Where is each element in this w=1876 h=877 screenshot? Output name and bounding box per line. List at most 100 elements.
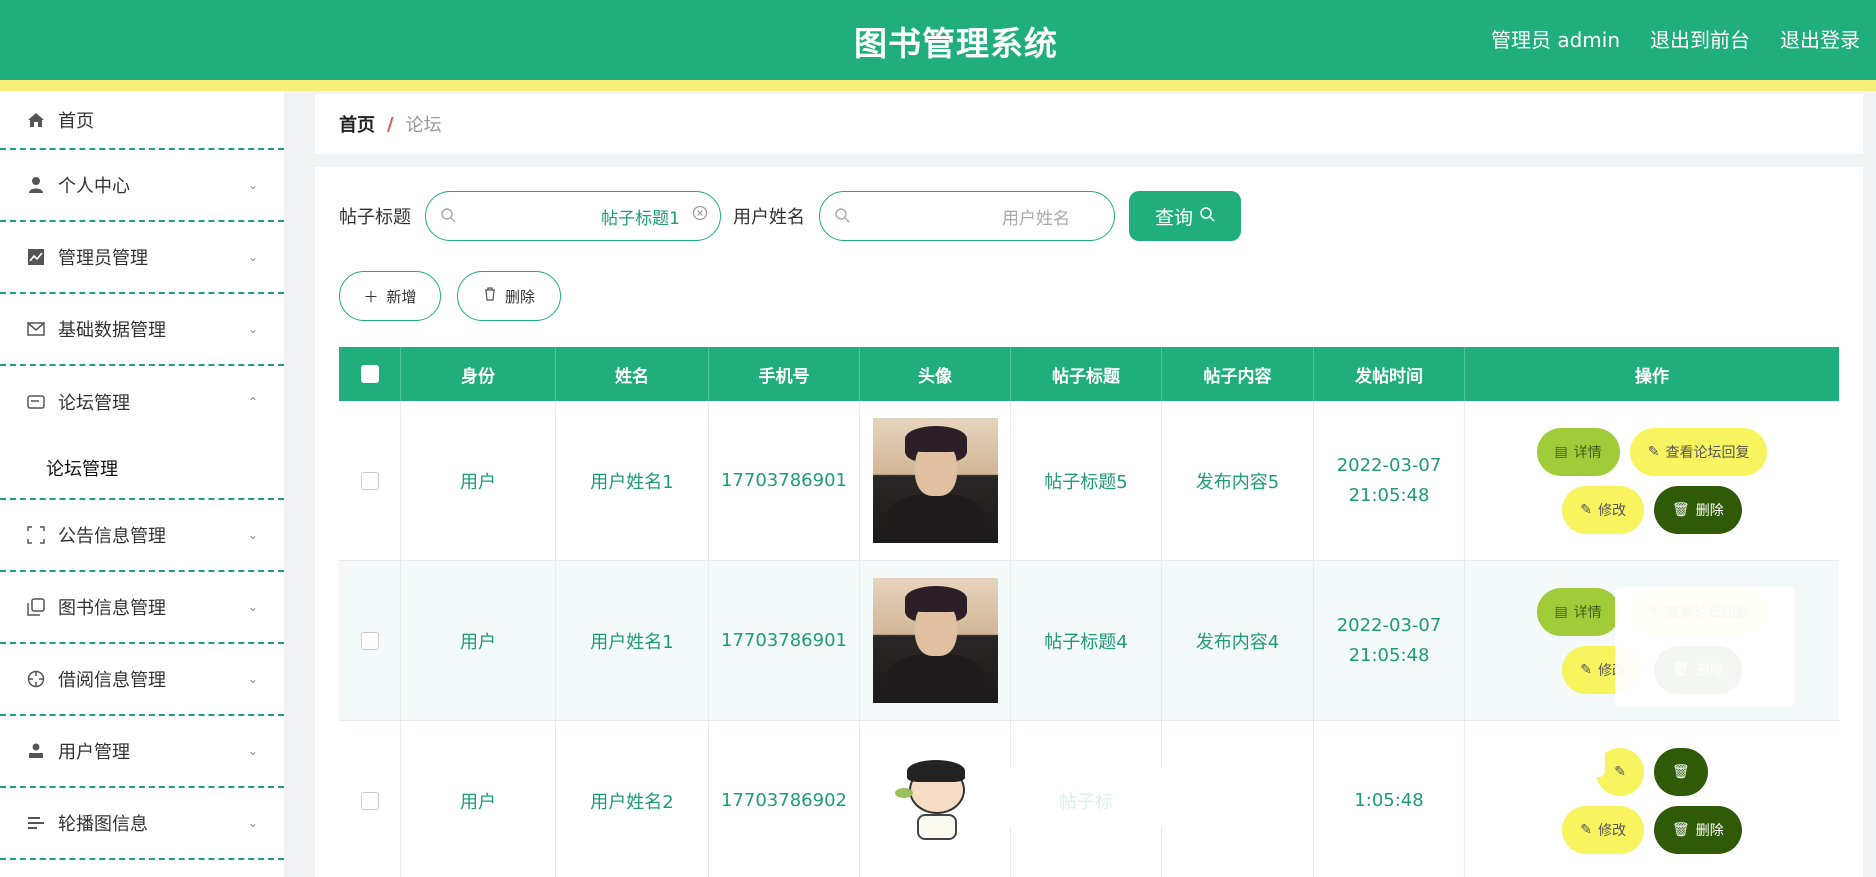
row-checkbox[interactable]	[339, 561, 401, 720]
edit-icon: ✎	[1580, 661, 1592, 678]
sidebar-item-carousel[interactable]: 轮播图信息 ⌄	[0, 788, 284, 860]
sidebar-item-label: 轮播图信息	[58, 814, 148, 835]
document-icon: ▤	[1554, 443, 1568, 460]
view-replies-label: 查看论坛回复	[1665, 444, 1750, 461]
delete-label: 删除	[1695, 822, 1724, 839]
logout-link[interactable]: 退出登录	[1780, 24, 1860, 53]
sidebar-item-label: 管理员管理	[58, 248, 148, 269]
sidebar-item-label: 基础数据管理	[58, 320, 166, 341]
column-header: 操作	[1635, 366, 1669, 387]
title-search-label: 帖子标题	[339, 207, 411, 228]
content-card: 帖子标题 帖子标题1 用户姓名 用户姓名 查询 ＋ 新增 删除 身份 姓名 手机…	[315, 167, 1863, 877]
column-header: 帖子标题	[1011, 347, 1162, 401]
trash-icon: 🗑	[1671, 821, 1690, 838]
admin-label: 管理员 admin	[1490, 28, 1620, 52]
time-text: 1:05:48	[1354, 789, 1424, 811]
sidebar-item-admins[interactable]: 管理员管理 ⌄	[0, 222, 284, 294]
sidebar-item-label: 论坛管理	[58, 393, 130, 414]
sidebar-item-borrow[interactable]: 借阅信息管理 ⌄	[0, 644, 284, 716]
sidebar-item-label: 首页	[58, 110, 94, 132]
sidebar-subitem-forum[interactable]: 论坛管理	[0, 438, 284, 500]
list-icon	[26, 813, 46, 833]
column-header: 头像	[860, 347, 1011, 401]
chevron-down-icon: ⌄	[247, 672, 258, 686]
sidebar-item-label: 公告信息管理	[58, 526, 166, 547]
sidebar-item-home[interactable]: 首页	[0, 91, 284, 150]
delete-button[interactable]: 🗑 删除	[1653, 805, 1742, 854]
table-header: 身份 姓名 手机号 头像 帖子标题 帖子内容 发帖时间 操作	[339, 347, 1839, 401]
sidebar-item-users[interactable]: 用户管理 ⌄	[0, 716, 284, 788]
search-icon	[834, 207, 850, 228]
batch-delete-button[interactable]: 删除	[457, 271, 561, 321]
chart-icon	[26, 247, 46, 267]
detail-button[interactable]: ▤ 详情	[1536, 587, 1620, 636]
avatar	[872, 578, 998, 703]
detail-button[interactable]: ▤ 详情	[1536, 427, 1620, 476]
chevron-down-icon: ⌄	[247, 744, 258, 758]
add-button[interactable]: ＋ 新增	[339, 271, 441, 321]
title-search-input[interactable]: 帖子标题1	[425, 191, 721, 241]
cell-phone: 17703786901	[709, 561, 860, 720]
column-header: 发帖时间	[1314, 347, 1465, 401]
sidebar-item-label: 用户管理	[58, 742, 130, 763]
select-all-checkbox[interactable]	[339, 347, 401, 401]
crosshair-icon	[26, 669, 46, 689]
sidebar-item-personal[interactable]: 个人中心 ⌄	[0, 150, 284, 222]
chevron-down-icon: ⌄	[247, 178, 258, 192]
clear-icon[interactable]	[692, 205, 708, 225]
table-row: 用户 用户姓名1 17703786901 帖子标题4 发布内容4 2022-03…	[339, 561, 1839, 721]
edit-label: 修改	[1597, 502, 1626, 519]
edit-button[interactable]: ✎ 修改	[1562, 805, 1644, 854]
delete-label: 删除	[1695, 502, 1724, 519]
detail-label: 详情	[1573, 604, 1602, 621]
cell-title: 帖子标题5	[1011, 401, 1162, 560]
search-icon	[1199, 205, 1215, 227]
delete-button[interactable]: 🗑 删除	[1653, 485, 1742, 534]
edit-button[interactable]: ✎ 修改	[1562, 485, 1644, 534]
delete-button[interactable]: 🗑	[1653, 747, 1708, 796]
query-label: 查询	[1154, 206, 1193, 229]
cell-avatar	[860, 561, 1011, 720]
user-icon	[26, 175, 46, 195]
cell-time: 2022-03-07 21:05:48	[1314, 401, 1465, 560]
card-icon	[26, 392, 46, 412]
breadcrumb-current: 论坛	[405, 115, 442, 136]
copy-icon	[26, 597, 46, 617]
sidebar-item-notice[interactable]: 公告信息管理 ⌄	[0, 500, 284, 572]
sidebar-item-forum[interactable]: 论坛管理 ⌃	[0, 366, 284, 438]
chevron-down-icon: ⌄	[247, 816, 258, 830]
column-header: 姓名	[556, 347, 709, 401]
chevron-down-icon: ⌄	[247, 528, 258, 542]
edit-icon: ✎	[1580, 501, 1592, 518]
cell-avatar	[860, 401, 1011, 560]
name-search-label: 用户姓名	[733, 207, 805, 228]
image-artifact	[1465, 727, 1605, 777]
view-replies-button[interactable]: ✎ 查看论坛回复	[1629, 427, 1768, 476]
chevron-down-icon: ⌄	[247, 250, 258, 264]
trash-icon	[483, 287, 497, 305]
table-row: 用户 用户姓名1 17703786901 帖子标题5 发布内容5 2022-03…	[339, 401, 1839, 561]
name-search-input[interactable]: 用户姓名	[819, 191, 1115, 241]
document-icon: ▤	[1554, 603, 1568, 620]
delete-label: 删除	[504, 287, 535, 306]
cell-title: 帖子标题4	[1011, 561, 1162, 720]
sidebar-item-label: 图书信息管理	[58, 598, 166, 619]
row-checkbox[interactable]	[339, 721, 401, 877]
detail-label: 详情	[1573, 444, 1602, 461]
row-checkbox[interactable]	[339, 401, 401, 560]
trash-icon: 🗑	[1671, 763, 1690, 780]
sidebar-item-books[interactable]: 图书信息管理 ⌄	[0, 572, 284, 644]
cell-name: 用户姓名2	[556, 721, 709, 877]
person-icon	[26, 741, 46, 761]
edit-icon: ✎	[1614, 763, 1626, 780]
cell-operations: ▤ 详情 ✎ 查看论坛回复 ✎ 修改 🗑 删除	[1465, 401, 1839, 560]
back-to-front-link[interactable]: 退出到前台	[1650, 24, 1750, 53]
query-button[interactable]: 查询	[1129, 191, 1241, 241]
sidebar-item-basedata[interactable]: 基础数据管理 ⌄	[0, 294, 284, 366]
top-header: 图书管理系统 管理员 admin 退出到前台 退出登录	[0, 0, 1876, 80]
sidebar-item-label: 个人中心	[58, 176, 130, 197]
header-links: 管理员 admin 退出到前台 退出登录	[1491, 24, 1860, 53]
mail-icon	[26, 319, 46, 339]
chevron-up-icon: ⌃	[247, 395, 258, 409]
breadcrumb-home[interactable]: 首页	[339, 111, 375, 137]
